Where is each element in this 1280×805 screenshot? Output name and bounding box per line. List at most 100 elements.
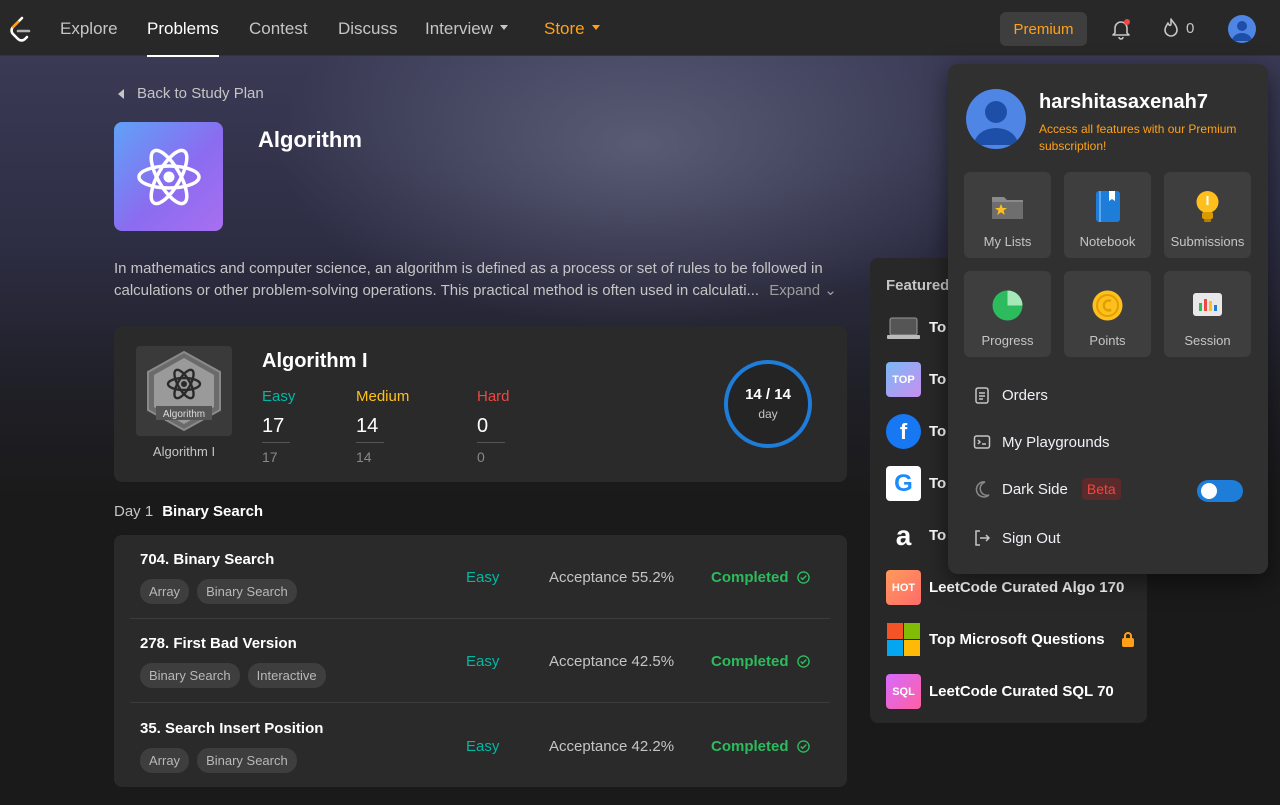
featured-item-label: To bbox=[929, 475, 947, 492]
dark-side-toggle[interactable] bbox=[1197, 480, 1243, 502]
premium-promo-link[interactable]: Access all features with our Premium sub… bbox=[1039, 121, 1239, 155]
nav-discuss[interactable]: Discuss bbox=[338, 19, 398, 39]
progress-tile[interactable]: Progress bbox=[964, 271, 1051, 357]
playground-icon bbox=[973, 435, 991, 449]
problem-status: Completed bbox=[711, 738, 810, 755]
medium-solved: 14 bbox=[356, 415, 384, 443]
orders-menu-item[interactable]: Orders bbox=[973, 386, 1048, 404]
points-tile[interactable]: Points bbox=[1064, 271, 1151, 357]
username[interactable]: harshitasaxenah7 bbox=[1039, 91, 1208, 114]
tag[interactable]: Binary Search bbox=[140, 663, 240, 688]
playgrounds-menu-item[interactable]: My Playgrounds bbox=[973, 433, 1110, 451]
clipboard-icon bbox=[975, 387, 989, 404]
menu-label: Dark Side bbox=[1002, 480, 1068, 498]
bell-icon[interactable] bbox=[1110, 18, 1132, 40]
sql-icon: SQL bbox=[886, 674, 921, 709]
tile-label: Submissions bbox=[1170, 234, 1245, 249]
day-label: Day 1 bbox=[114, 503, 154, 520]
problem-list: 704. Binary Search Array Binary Search E… bbox=[114, 535, 847, 787]
medium-stat: Medium 14 14 bbox=[356, 388, 446, 465]
card-title: Algorithm I bbox=[262, 350, 368, 372]
expand-button[interactable]: Expand ⌄ bbox=[769, 282, 837, 299]
tag[interactable]: Binary Search bbox=[197, 579, 297, 604]
problem-acceptance: Acceptance 42.2% bbox=[549, 738, 675, 755]
laptop-icon bbox=[886, 310, 921, 345]
session-tile[interactable]: Session bbox=[1164, 271, 1251, 357]
problem-difficulty: Easy bbox=[466, 569, 500, 586]
moon-icon bbox=[975, 481, 990, 498]
user-dropdown: harshitasaxenah7 Access all features wit… bbox=[948, 64, 1268, 574]
featured-item[interactable]: SQL LeetCode Curated SQL 70 bbox=[886, 674, 1114, 709]
status-text: Completed bbox=[711, 653, 789, 670]
tile-label: Progress bbox=[981, 333, 1034, 348]
nav-problems[interactable]: Problems bbox=[147, 19, 219, 57]
featured-item-label: To bbox=[929, 423, 947, 440]
featured-item[interactable]: To bbox=[886, 310, 946, 345]
sign-out-icon bbox=[975, 530, 991, 546]
progress-ring-label: 14 / 14 day bbox=[722, 386, 814, 421]
problem-title[interactable]: 278. First Bad Version bbox=[140, 635, 297, 652]
badge-caption: Algorithm I bbox=[152, 444, 216, 459]
tag[interactable]: Array bbox=[140, 748, 190, 773]
hot-icon: HOT bbox=[886, 570, 921, 605]
toggle-knob bbox=[1201, 483, 1217, 499]
problem-row[interactable]: 704. Binary Search Array Binary Search E… bbox=[130, 535, 830, 619]
featured-item[interactable]: TOP To bbox=[886, 362, 946, 397]
problem-status: Completed bbox=[711, 569, 810, 586]
nav-store[interactable]: Store bbox=[544, 19, 600, 39]
problem-status: Completed bbox=[711, 653, 810, 670]
hard-solved: 0 bbox=[477, 415, 505, 443]
dark-side-menu-item[interactable]: Dark Side Beta bbox=[973, 478, 1121, 500]
pie-chart-icon bbox=[992, 290, 1023, 321]
check-circle-icon bbox=[796, 655, 810, 668]
user-avatar[interactable] bbox=[1228, 15, 1256, 43]
hard-total: 0 bbox=[477, 449, 485, 465]
featured-item[interactable]: HOT LeetCode Curated Algo 170 bbox=[886, 570, 1124, 605]
coin-icon bbox=[1092, 290, 1123, 321]
plan-title: Algorithm bbox=[258, 127, 362, 152]
tag[interactable]: Binary Search bbox=[197, 748, 297, 773]
check-circle-icon bbox=[796, 571, 810, 584]
tag[interactable]: Interactive bbox=[247, 663, 326, 688]
check-circle-icon bbox=[796, 740, 810, 753]
google-icon: G bbox=[886, 466, 921, 501]
my-lists-tile[interactable]: My Lists bbox=[964, 172, 1051, 258]
sign-out-menu-item[interactable]: Sign Out bbox=[973, 529, 1060, 547]
user-icon bbox=[1232, 21, 1252, 41]
streak-count: 0 bbox=[1186, 19, 1195, 37]
nav-contest[interactable]: Contest bbox=[249, 19, 308, 39]
featured-item[interactable]: a To bbox=[886, 518, 947, 553]
progress-unit: day bbox=[758, 407, 778, 421]
tile-label: Session bbox=[1184, 333, 1231, 348]
easy-total: 17 bbox=[262, 449, 278, 465]
featured-item[interactable]: f To bbox=[886, 414, 946, 449]
notebook-tile[interactable]: Notebook bbox=[1064, 172, 1151, 258]
submissions-tile[interactable]: Submissions bbox=[1164, 172, 1251, 258]
problem-title[interactable]: 35. Search Insert Position bbox=[140, 720, 323, 737]
back-to-study-plan-link[interactable]: Back to Study Plan bbox=[118, 85, 264, 102]
streak-counter[interactable]: 0 bbox=[1162, 18, 1194, 38]
problem-row[interactable]: 278. First Bad Version Binary Search Int… bbox=[130, 619, 830, 703]
easy-stat: Easy 17 17 bbox=[262, 388, 352, 465]
menu-label: My Playgrounds bbox=[1002, 433, 1110, 451]
menu-label: Orders bbox=[1002, 386, 1048, 404]
featured-item[interactable]: Top Microsoft Questions bbox=[886, 622, 1135, 657]
tag[interactable]: Array bbox=[140, 579, 190, 604]
featured-item[interactable]: G To bbox=[886, 466, 946, 501]
featured-item-label: To bbox=[929, 319, 947, 336]
problem-difficulty: Easy bbox=[466, 738, 500, 755]
leetcode-logo-icon[interactable] bbox=[8, 16, 32, 42]
plan-description: In mathematics and computer science, an … bbox=[114, 258, 844, 302]
folder-star-icon bbox=[992, 197, 1023, 219]
premium-button[interactable]: Premium bbox=[1000, 12, 1087, 46]
beta-badge: Beta bbox=[1081, 478, 1121, 500]
nav-interview[interactable]: Interview bbox=[425, 19, 509, 39]
hard-label: Hard bbox=[477, 388, 510, 405]
problem-row[interactable]: 35. Search Insert Position Array Binary … bbox=[130, 704, 830, 788]
nav-explore[interactable]: Explore bbox=[60, 19, 118, 39]
study-plan-card: Algorithm Algorithm I Algorithm I Easy 1… bbox=[114, 326, 847, 482]
featured-title: Featured bbox=[886, 277, 950, 294]
problem-title[interactable]: 704. Binary Search bbox=[140, 551, 274, 568]
dropdown-avatar[interactable] bbox=[966, 89, 1026, 149]
easy-label: Easy bbox=[262, 388, 296, 405]
